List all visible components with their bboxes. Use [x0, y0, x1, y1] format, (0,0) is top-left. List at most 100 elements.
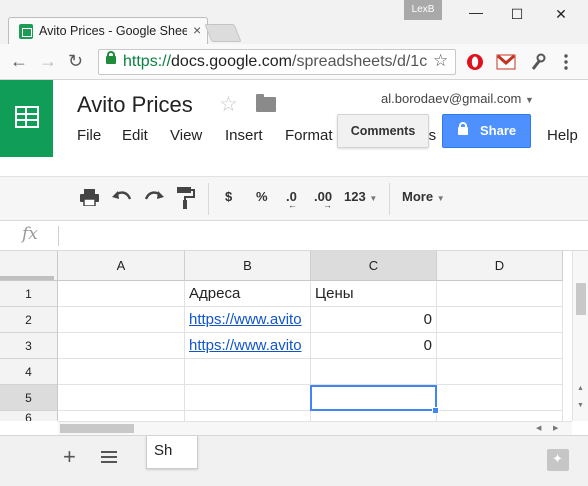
vertical-scrollbar[interactable]: ▲ ▼ [572, 251, 588, 421]
account-email[interactable]: al.borodaev@gmail.com ▼ [381, 91, 534, 106]
horizontal-scroll-thumb[interactable] [60, 424, 134, 433]
menu-insert[interactable]: Insert [225, 127, 263, 144]
sheets-home-logo[interactable] [0, 80, 53, 157]
browser-titlebar: Avito Prices - Google Shee × LexB — ☐ ✕ [0, 0, 588, 44]
cell-c2[interactable]: 0 [311, 307, 437, 333]
cell-b5[interactable] [185, 385, 311, 411]
share-button[interactable]: Share [442, 114, 531, 148]
formula-separator [58, 226, 59, 246]
row-header-3[interactable]: 3 [0, 333, 58, 359]
bookmark-star-icon[interactable]: ☆ [433, 51, 448, 71]
decrease-decimals-button[interactable]: .0 ← [286, 189, 297, 210]
scroll-right-arrow-icon[interactable]: ▶ [553, 424, 558, 432]
formula-input[interactable] [66, 227, 566, 245]
column-header-d[interactable]: D [437, 251, 563, 281]
new-tab-button[interactable] [204, 24, 242, 42]
formula-bar: fx [0, 221, 588, 251]
cell-c4[interactable] [311, 359, 437, 385]
lock-icon [458, 122, 468, 135]
menu-format[interactable]: Format [285, 127, 337, 144]
redo-icon[interactable] [144, 190, 164, 204]
increase-decimals-button[interactable]: .00 → [314, 189, 332, 210]
cell-a1[interactable] [58, 281, 185, 307]
cell-d6[interactable] [437, 411, 563, 421]
more-button[interactable]: More ▼ [402, 189, 445, 204]
secure-lock-icon [106, 51, 116, 64]
percent-format-button[interactable]: % [256, 189, 268, 204]
select-all-corner[interactable] [0, 251, 58, 281]
cell-d5[interactable] [437, 385, 563, 411]
explore-icon[interactable] [547, 449, 569, 471]
spreadsheet-grid: A B C D 1 2 3 4 5 6 Адреса Цены https://… [0, 251, 588, 421]
toolbar-separator [389, 183, 390, 215]
opera-extension-icon[interactable] [466, 53, 484, 71]
toolbar-separator [208, 183, 209, 215]
menu-help[interactable]: Help [547, 127, 578, 144]
back-arrow-icon[interactable]: ← [10, 51, 28, 72]
column-header-c[interactable]: C [311, 251, 437, 281]
scroll-down-arrow-icon[interactable]: ▼ [577, 402, 584, 409]
url-text[interactable]: https://docs.google.com/spreadsheets/d/1… [123, 53, 429, 71]
horizontal-scrollbar[interactable]: ◀ ▶ [58, 421, 572, 435]
menu-file[interactable]: File [77, 127, 101, 144]
chrome-menu-icon[interactable] [563, 54, 569, 70]
currency-format-button[interactable]: $ [225, 189, 232, 204]
cell-d3[interactable] [437, 333, 563, 359]
cell-a2[interactable] [58, 307, 185, 333]
cell-c3[interactable]: 0 [311, 333, 437, 359]
sheet-tab[interactable]: Sh [146, 436, 198, 469]
cell-a5[interactable] [58, 385, 185, 411]
add-sheet-button[interactable]: + [63, 444, 76, 470]
folder-icon[interactable] [256, 94, 276, 112]
fill-handle[interactable] [432, 407, 439, 414]
profile-badge[interactable]: LexB [404, 0, 442, 20]
cell-b4[interactable] [185, 359, 311, 385]
star-icon[interactable]: ☆ [219, 92, 238, 117]
browser-tab[interactable]: Avito Prices - Google Shee × [8, 17, 208, 44]
chevron-down-icon: ▼ [369, 194, 378, 203]
cell-a4[interactable] [58, 359, 185, 385]
tools-extension-icon[interactable] [530, 53, 546, 71]
cell-b2[interactable]: https://www.avito [185, 307, 311, 333]
reload-icon[interactable]: ↻ [68, 51, 83, 72]
cell-c1[interactable]: Цены [311, 281, 437, 307]
active-cell-selection[interactable] [310, 385, 437, 411]
menu-edit[interactable]: Edit [122, 127, 148, 144]
cell-b6[interactable] [185, 411, 311, 421]
cell-a6[interactable] [58, 411, 185, 421]
forward-arrow-icon[interactable]: → [39, 51, 57, 72]
row-header-4[interactable]: 4 [0, 359, 58, 385]
all-sheets-list-icon[interactable] [101, 451, 117, 463]
gmail-extension-icon[interactable] [496, 54, 516, 70]
scroll-left-arrow-icon[interactable]: ◀ [536, 424, 541, 432]
cell-d1[interactable] [437, 281, 563, 307]
row-header-6[interactable]: 6 [0, 411, 58, 421]
address-bar[interactable]: https://docs.google.com/spreadsheets/d/1… [98, 49, 456, 75]
column-header-b[interactable]: B [185, 251, 311, 281]
browser-toolbar: ← → ↻ https://docs.google.com/spreadshee… [0, 44, 588, 80]
print-icon[interactable] [80, 189, 99, 206]
row-header-2[interactable]: 2 [0, 307, 58, 333]
scroll-up-arrow-icon[interactable]: ▲ [577, 385, 584, 392]
cell-b1[interactable]: Адреса [185, 281, 311, 307]
row-header-5[interactable]: 5 [0, 385, 58, 411]
document-title[interactable]: Avito Prices [77, 92, 193, 118]
share-label: Share [480, 123, 517, 138]
undo-icon[interactable] [112, 190, 132, 204]
tab-close-icon[interactable]: × [193, 22, 201, 38]
cell-a3[interactable] [58, 333, 185, 359]
maximize-button[interactable]: ☐ [503, 4, 531, 24]
minimize-button[interactable]: — [462, 2, 490, 22]
menu-view[interactable]: View [170, 127, 202, 144]
number-format-button[interactable]: 123 ▼ [344, 189, 377, 204]
comments-button[interactable]: Comments [337, 114, 429, 148]
paint-format-icon[interactable] [177, 187, 195, 209]
close-window-button[interactable]: ✕ [547, 4, 575, 24]
cell-d2[interactable] [437, 307, 563, 333]
row-header-1[interactable]: 1 [0, 281, 58, 307]
column-header-a[interactable]: A [58, 251, 185, 281]
cell-b3[interactable]: https://www.avito [185, 333, 311, 359]
cell-d4[interactable] [437, 359, 563, 385]
cell-c6[interactable] [311, 411, 437, 421]
vertical-scroll-thumb[interactable] [576, 283, 586, 315]
